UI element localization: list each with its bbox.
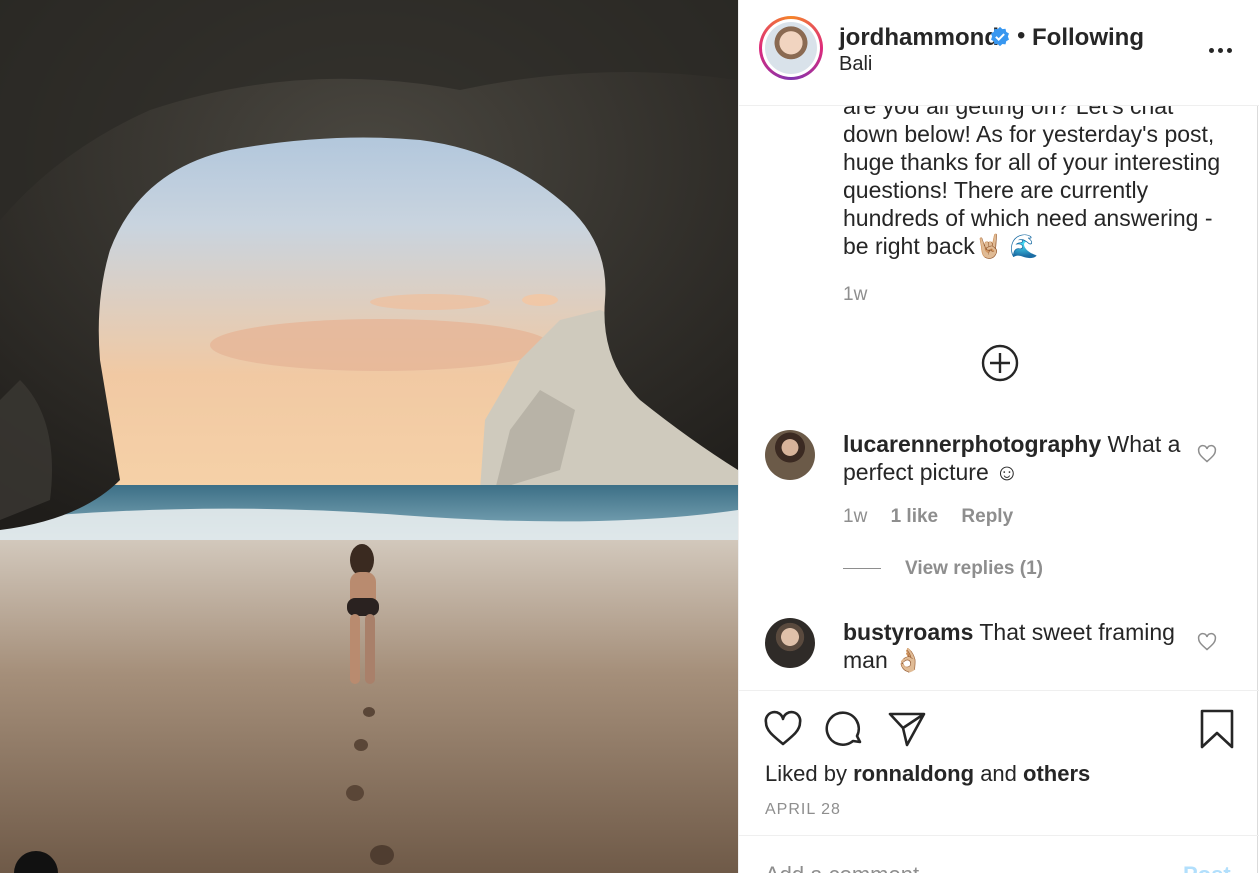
post-actions: Liked by ronnaldong and others APRIL 28: [739, 690, 1259, 835]
liked-by-prefix: Liked by: [765, 761, 847, 786]
comments-scroll-area[interactable]: are you all getting on? Let's chat down …: [739, 106, 1259, 690]
add-comment-bar: Post: [739, 835, 1259, 873]
comment-username[interactable]: lucarennerphotography: [843, 431, 1101, 457]
view-replies-label: View replies (1): [905, 558, 1043, 579]
reply-button[interactable]: Reply: [961, 506, 1013, 527]
heart-icon[interactable]: [1197, 444, 1217, 464]
comment-body: lucarennerphotography What a perfect pic…: [843, 430, 1183, 486]
caption-text: are you all getting on? Let's chat down …: [843, 106, 1221, 259]
view-replies-button[interactable]: View replies (1): [843, 558, 1043, 580]
post-comment-button[interactable]: Post: [1183, 862, 1231, 873]
commenter-avatar[interactable]: [765, 618, 815, 668]
post-header: jordhammond • Following Bali: [739, 0, 1259, 106]
header-separator: •: [1017, 22, 1026, 49]
post-location[interactable]: Bali: [839, 53, 872, 76]
like-heart-icon[interactable]: [763, 709, 803, 749]
author-avatar[interactable]: [759, 16, 823, 80]
plus-circle-icon[interactable]: [981, 344, 1019, 382]
comment-bubble-icon[interactable]: [825, 709, 865, 749]
post-date: APRIL 28: [765, 801, 841, 818]
liked-by-user[interactable]: ronnaldong: [853, 761, 974, 786]
author-avatar-photo: [765, 22, 817, 74]
more-options-icon[interactable]: [1209, 38, 1233, 62]
comment-body: bustyroams That sweet framing man 👌🏼: [843, 618, 1183, 674]
comment-meta: 1w 1 like Reply: [843, 506, 1031, 528]
post-sidebar: are you all getting on? Let's chat down …: [738, 0, 1259, 873]
comment-likes-count[interactable]: 1 like: [891, 506, 939, 527]
beach-cave-image: [0, 0, 738, 873]
post-photo[interactable]: [0, 0, 738, 873]
comment-input[interactable]: [765, 862, 1145, 873]
liked-by-and: and: [980, 761, 1017, 786]
following-button[interactable]: Following: [1032, 24, 1144, 52]
replies-divider: [843, 568, 881, 570]
heart-icon[interactable]: [1197, 632, 1217, 652]
comment-username[interactable]: bustyroams: [843, 619, 973, 645]
bookmark-icon[interactable]: [1197, 709, 1237, 749]
caption-timestamp: 1w: [843, 284, 868, 305]
comment-timestamp: 1w: [843, 506, 868, 527]
verified-badge-icon: [991, 26, 1009, 47]
share-send-icon[interactable]: [887, 709, 927, 749]
commenter-avatar[interactable]: [765, 430, 815, 480]
liked-by-summary: Liked by ronnaldong and others: [765, 761, 1090, 787]
liked-by-others[interactable]: others: [1023, 761, 1090, 786]
author-username[interactable]: jordhammond: [839, 24, 999, 52]
